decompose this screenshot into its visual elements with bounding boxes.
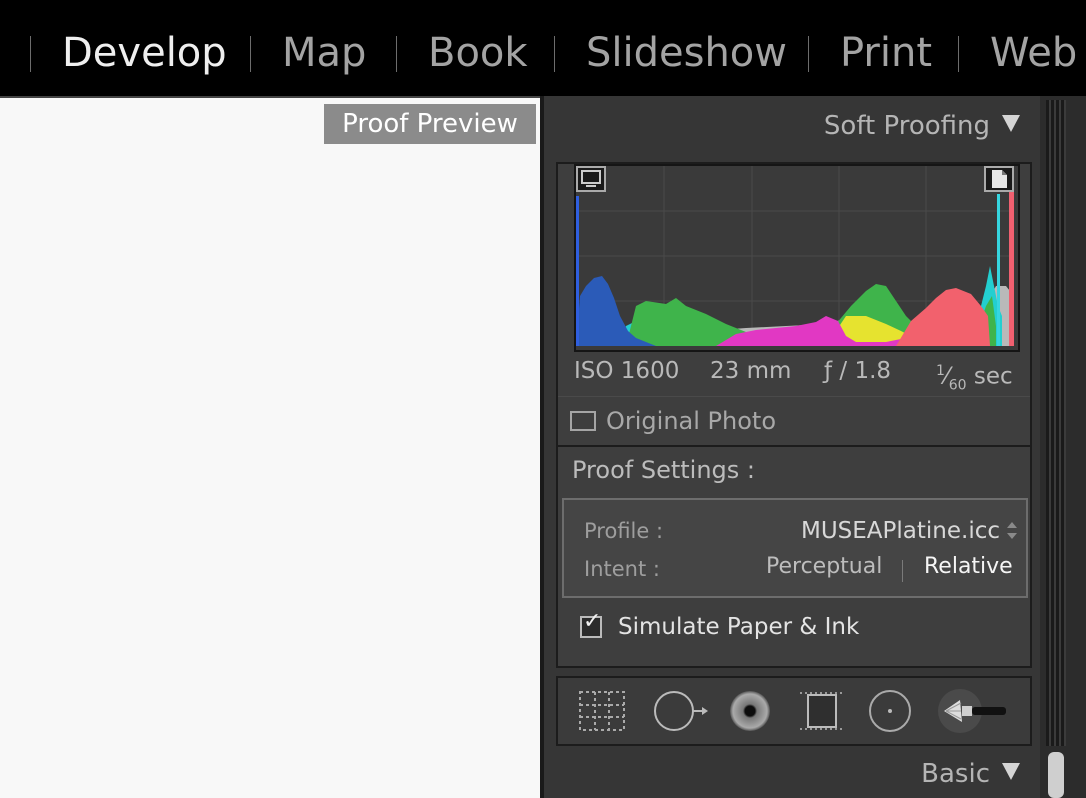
original-photo-checkbox[interactable] — [570, 411, 596, 431]
adjustment-brush-icon[interactable] — [934, 686, 1014, 736]
exif-shutter-numerator: 1 — [936, 363, 945, 379]
radial-filter-icon[interactable] — [864, 686, 916, 736]
basic-panel-header[interactable]: Basic — [921, 754, 1020, 794]
simulate-paper-ink-label: Simulate Paper & Ink — [618, 614, 860, 640]
collapse-triangle-icon[interactable] — [1002, 763, 1020, 780]
simulate-paper-ink-checkbox[interactable]: ✓ — [580, 610, 602, 638]
histogram[interactable] — [574, 164, 1020, 352]
select-arrows-icon[interactable] — [1006, 522, 1018, 542]
canvas-top-border — [0, 96, 540, 98]
module-separator — [30, 36, 31, 72]
spot-removal-icon[interactable] — [652, 686, 708, 736]
basic-panel-title: Basic — [921, 759, 990, 789]
image-canvas[interactable] — [0, 96, 540, 798]
panel-scrollbar[interactable] — [1040, 96, 1086, 798]
exif-shutter-unit: sec — [973, 363, 1013, 390]
proof-preview-badge: Proof Preview — [324, 104, 536, 144]
exif-shutter-denominator: 60 — [948, 377, 967, 394]
histogram-blue-edge — [576, 196, 579, 346]
module-separator — [808, 36, 809, 72]
soft-proofing-panel: ISO 1600 23 mm ƒ / 1.8 1⁄60 sec Original… — [556, 162, 1032, 668]
exif-aperture: ƒ / 1.8 — [824, 358, 892, 384]
exif-focal-length: 23 mm — [710, 358, 792, 384]
crop-overlay-icon[interactable] — [576, 686, 628, 736]
exif-shutter: 1⁄60 sec — [936, 363, 1013, 394]
graduated-filter-icon[interactable] — [796, 686, 848, 736]
intent-perceptual-option[interactable]: Perceptual — [766, 552, 882, 582]
proof-settings-box: Profile : MUSEAPlatine.icc Intent : Perc… — [562, 498, 1028, 598]
intent-relative-option[interactable]: Relative — [924, 552, 1013, 582]
module-book[interactable]: Book — [428, 24, 528, 82]
module-picker: Develop Map Book Slideshow Print Web — [0, 0, 1086, 96]
original-photo-label: Original Photo — [606, 407, 777, 435]
scrollbar-track[interactable] — [1046, 100, 1066, 746]
histogram-red-edge — [1009, 191, 1014, 346]
module-separator — [396, 36, 397, 72]
histogram-graph — [576, 166, 1014, 346]
checkmark-icon: ✓ — [583, 609, 602, 634]
original-photo-row[interactable]: Original Photo — [558, 396, 1030, 447]
shadow-clipping-icon[interactable] — [576, 166, 606, 192]
exif-iso: ISO 1600 — [574, 358, 680, 384]
module-map[interactable]: Map — [282, 24, 366, 82]
destination-gamut-warning-icon[interactable] — [984, 166, 1014, 192]
red-eye-icon[interactable] — [724, 686, 776, 736]
intent-label: Intent : — [584, 557, 660, 581]
module-develop[interactable]: Develop — [62, 24, 227, 82]
collapse-triangle-icon[interactable] — [1002, 115, 1020, 132]
histogram-cyan-spike — [997, 194, 1000, 346]
profile-label: Profile : — [584, 519, 664, 543]
right-panel: Soft Proofing ISO 1600 23 mm ƒ / 1.8 1⁄6… — [544, 96, 1040, 798]
proof-settings-label: Proof Settings : — [572, 456, 755, 484]
module-slideshow[interactable]: Slideshow — [586, 24, 787, 82]
tool-strip — [556, 676, 1032, 746]
profile-select[interactable]: MUSEAPlatine.icc — [801, 516, 1000, 546]
histogram-red — [896, 288, 990, 346]
module-print[interactable]: Print — [840, 24, 932, 82]
module-web[interactable]: Web — [990, 24, 1077, 82]
intent-separator — [902, 560, 903, 582]
soft-proofing-title: Soft Proofing — [823, 111, 990, 141]
scrollbar-thumb[interactable] — [1048, 752, 1064, 798]
module-separator — [250, 36, 251, 72]
module-separator — [554, 36, 555, 72]
module-separator — [958, 36, 959, 72]
soft-proofing-header[interactable]: Soft Proofing — [824, 106, 1020, 146]
